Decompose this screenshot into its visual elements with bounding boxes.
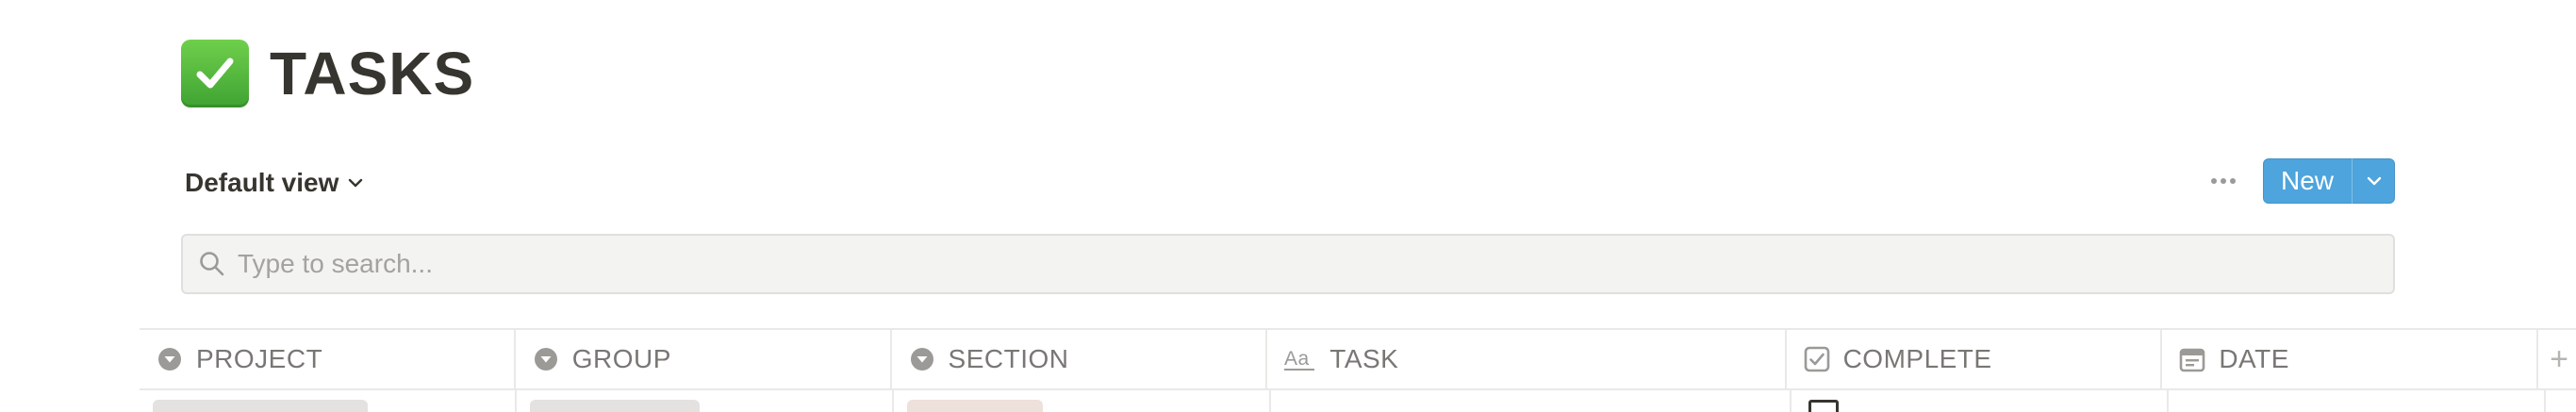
chevron-down-icon [349, 178, 363, 188]
chevron-down-icon [2367, 176, 2381, 186]
new-dropdown-button[interactable] [2352, 158, 2395, 204]
project-tag [153, 400, 368, 412]
column-header-label: COMPLETE [1842, 344, 1992, 373]
cell-task[interactable] [1271, 390, 1792, 412]
cell-project[interactable] [140, 390, 517, 412]
search-input[interactable] [238, 249, 2312, 279]
text-icon: Aa [1284, 348, 1315, 371]
cell-section[interactable] [894, 390, 1271, 412]
complete-checkbox[interactable] [1808, 400, 1839, 412]
column-header-project[interactable]: PROJECT [140, 330, 516, 388]
svg-text:Aa: Aa [1284, 348, 1310, 370]
new-button[interactable]: New [2263, 158, 2352, 204]
add-column-button[interactable]: + [2538, 330, 2576, 388]
select-icon [158, 348, 181, 371]
column-header-section[interactable]: SECTION [892, 330, 1268, 388]
view-switcher[interactable]: Default view [185, 164, 365, 202]
ellipsis-icon [2211, 178, 2217, 184]
column-header-label: SECTION [948, 344, 1069, 373]
column-header-task[interactable]: Aa TASK [1267, 330, 1787, 388]
select-icon [534, 348, 557, 371]
cell-complete[interactable] [1792, 390, 2169, 412]
cell-group[interactable] [517, 390, 894, 412]
tasks-table: PROJECT GROUP SECTION Aa TASK COMPLETE D… [140, 328, 2576, 412]
check-mark-emoji-icon [181, 40, 249, 107]
more-options-button[interactable] [2203, 162, 2244, 200]
cell-date[interactable] [2169, 390, 2546, 412]
table-row[interactable] [140, 390, 2576, 412]
column-header-label: TASK [1329, 344, 1399, 373]
section-tag [907, 400, 1043, 412]
group-tag [530, 400, 700, 412]
select-icon [910, 348, 933, 371]
new-button-group: New [2263, 158, 2395, 204]
calendar-icon [2180, 348, 2205, 372]
column-header-label: GROUP [571, 344, 671, 373]
column-header-group[interactable]: GROUP [516, 330, 892, 388]
column-header-date[interactable]: DATE [2162, 330, 2539, 388]
page-title-text: TASKS [270, 40, 475, 107]
column-header-label: PROJECT [196, 344, 323, 373]
checkbox-icon [1804, 346, 1829, 372]
search-bar [181, 234, 2395, 294]
search-icon [200, 252, 224, 276]
page-title: TASKS [181, 28, 474, 119]
view-switcher-label: Default view [185, 168, 339, 197]
table-header: PROJECT GROUP SECTION Aa TASK COMPLETE D… [140, 328, 2576, 390]
column-header-complete[interactable]: COMPLETE [1787, 330, 2163, 388]
column-header-label: DATE [2219, 344, 2289, 373]
